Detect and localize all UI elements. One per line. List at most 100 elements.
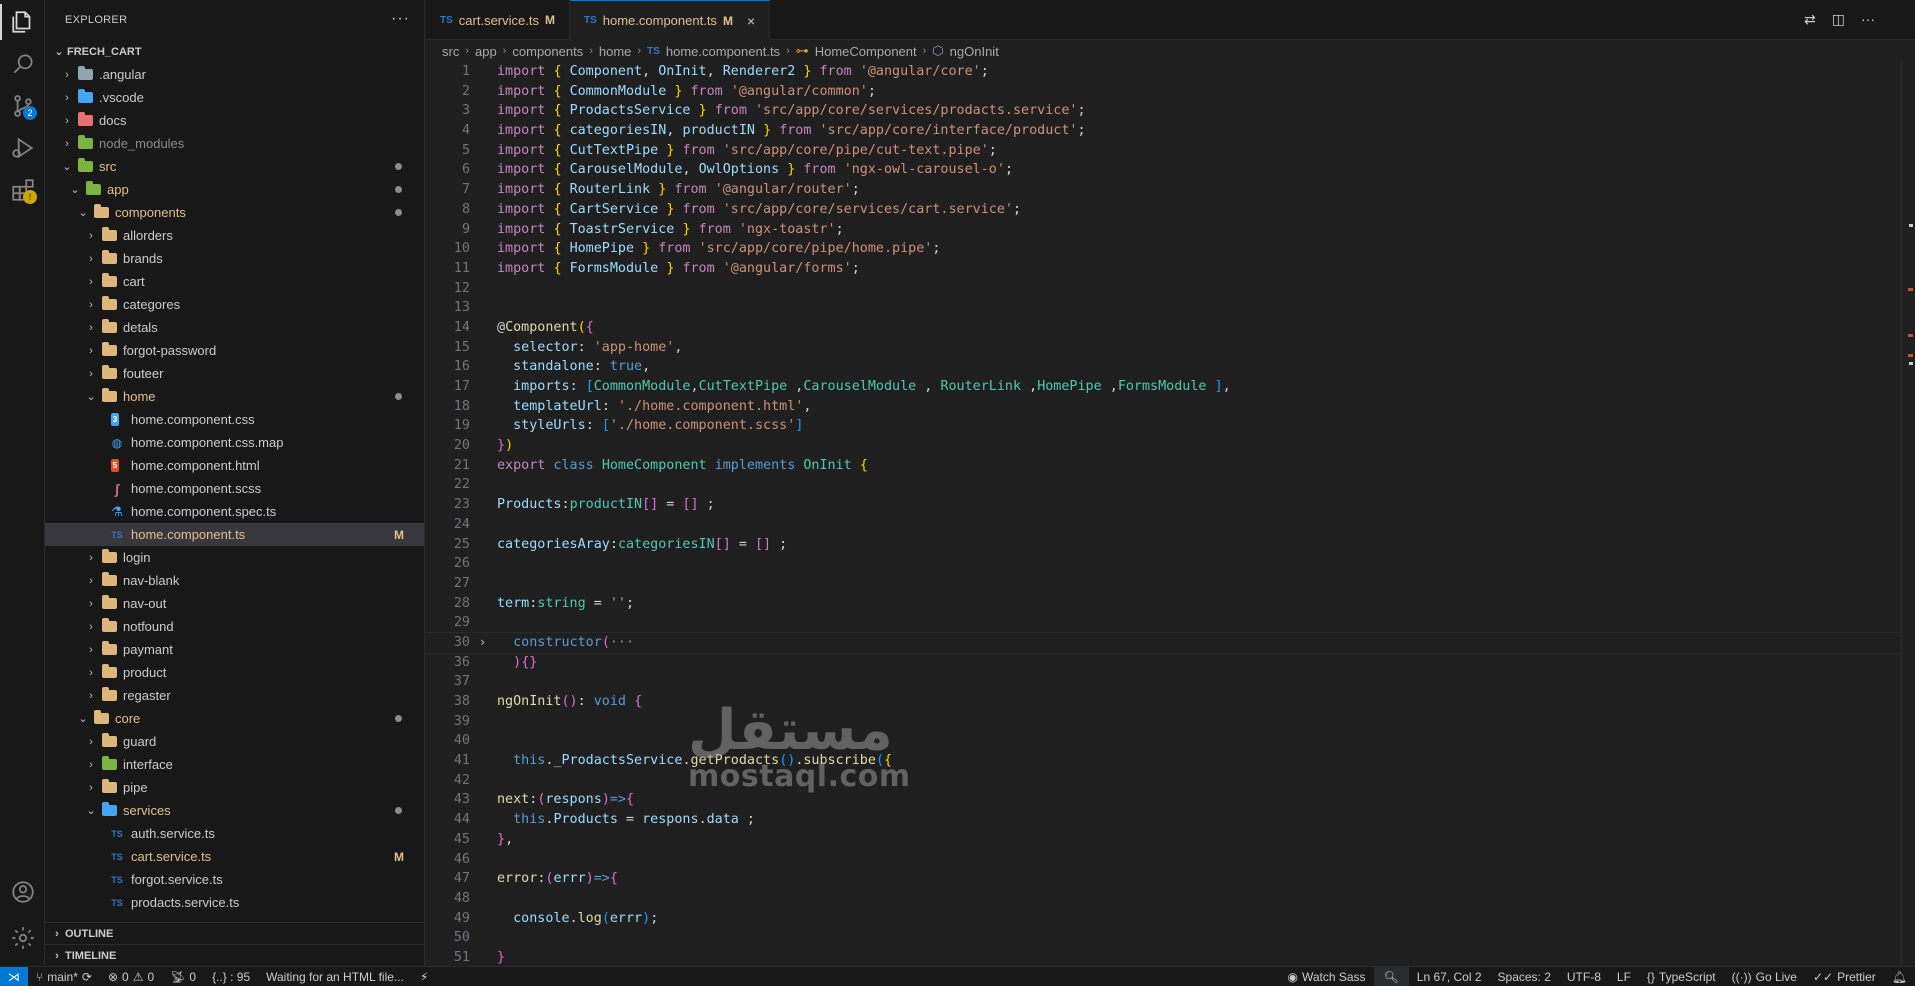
code-line[interactable]: 24	[426, 515, 1901, 535]
code-line[interactable]: 3 import { ProdactsService } from 'src/ap…	[426, 101, 1901, 121]
code-line[interactable]: 39	[426, 712, 1901, 732]
tree-file[interactable]: TS home.component.ts M	[45, 523, 424, 546]
cursor-position[interactable]: Ln 67, Col 2	[1409, 970, 1490, 984]
more-actions-icon[interactable]: ···	[391, 10, 410, 28]
tree-file[interactable]: 3 home.component.css	[45, 408, 424, 431]
code-line[interactable]: 26	[426, 554, 1901, 574]
notifications-bell-icon[interactable]: 🔔︎	[1884, 970, 1915, 984]
tree-folder[interactable]: › cart	[45, 270, 424, 293]
tree-folder[interactable]: › login	[45, 546, 424, 569]
breadcrumb-item[interactable]: app	[475, 44, 497, 59]
code-line[interactable]: 50	[426, 928, 1901, 948]
prettier-button[interactable]: ✓✓ Prettier	[1805, 970, 1884, 984]
tree-folder[interactable]: ⌄ components	[45, 201, 424, 224]
editor-tab[interactable]: TS home.component.ts M ×	[569, 0, 771, 40]
code-line[interactable]: 15 selector: 'app-home',	[426, 338, 1901, 358]
breadcrumb-item[interactable]: home.component.ts	[666, 44, 780, 59]
tree-file[interactable]: TS prodacts.service.ts	[45, 891, 424, 914]
code-line[interactable]: 28 term:string = '';	[426, 594, 1901, 614]
indentation[interactable]: Spaces: 2	[1490, 970, 1559, 984]
code-line[interactable]: 47 error:(errr)=>{	[426, 869, 1901, 889]
compare-changes-icon[interactable]: ⇄	[1804, 11, 1816, 28]
code-line[interactable]: 1 import { Component, OnInit, Renderer2 }…	[426, 62, 1901, 82]
editor-scrollbar[interactable]	[1901, 62, 1915, 966]
remote-indicator-icon[interactable]: ⋊	[0, 966, 28, 986]
tree-file[interactable]: ◍ home.component.css.map	[45, 431, 424, 454]
settings-gear-icon[interactable]	[0, 916, 45, 960]
code-line[interactable]: 5 import { CutTextPipe } from 'src/app/co…	[426, 141, 1901, 161]
breadcrumb-item[interactable]: ngOnInit	[950, 44, 999, 59]
tree-folder[interactable]: ⌄ home	[45, 385, 424, 408]
tree-folder[interactable]: › pipe	[45, 776, 424, 799]
problems-indicator[interactable]: ⊗ 0 ⚠ 0	[100, 970, 162, 984]
tree-folder[interactable]: › .angular	[45, 63, 424, 86]
code-line[interactable]: 22	[426, 475, 1901, 495]
tree-folder[interactable]: › notfound	[45, 615, 424, 638]
code-line[interactable]: 42	[426, 771, 1901, 791]
branch-indicator[interactable]: ⑂ main* ⟳	[28, 970, 100, 984]
close-icon[interactable]: ×	[747, 13, 755, 29]
tree-folder[interactable]: › nav-out	[45, 592, 424, 615]
tree-folder[interactable]: › paymant	[45, 638, 424, 661]
tree-folder[interactable]: › brands	[45, 247, 424, 270]
tree-folder[interactable]: ⌄ core	[45, 707, 424, 730]
tree-file[interactable]: ʃ home.component.scss	[45, 477, 424, 500]
source-control-icon[interactable]: 2	[0, 84, 45, 128]
end-of-line[interactable]: LF	[1609, 970, 1639, 984]
tree-folder[interactable]: › allorders	[45, 224, 424, 247]
tree-folder[interactable]: ⌄ app	[45, 178, 424, 201]
code-line[interactable]: 9 import { ToastrService } from 'ngx-toas…	[426, 220, 1901, 240]
run-debug-icon[interactable]	[0, 126, 45, 170]
code-line[interactable]: 43 next:(respons)=>{	[426, 790, 1901, 810]
tree-file[interactable]: TS forgot.service.ts	[45, 868, 424, 891]
code-line[interactable]: 2 import { CommonModule } from '@angular/…	[426, 82, 1901, 102]
code-line[interactable]: 29	[426, 613, 1901, 633]
tree-file[interactable]: ⚗ home.component.spec.ts	[45, 500, 424, 523]
timeline-section[interactable]: › TIMELINE	[45, 944, 424, 966]
account-icon[interactable]	[0, 870, 45, 914]
code-line[interactable]: 12	[426, 279, 1901, 299]
code-line[interactable]: 21 export class HomeComponent implements …	[426, 456, 1901, 476]
code-line[interactable]: 36 ){}	[426, 653, 1901, 673]
project-root[interactable]: ⌄ FRECH_CART	[45, 40, 424, 63]
code-line[interactable]: 14 @Component({	[426, 318, 1901, 338]
code-line[interactable]: 30 › constructor(···	[426, 631, 1901, 654]
zoom-icon[interactable]: 🔍︎	[1373, 966, 1409, 986]
tree-folder[interactable]: ⌄ src	[45, 155, 424, 178]
split-editor-icon[interactable]: ◫	[1832, 11, 1845, 28]
watch-sass-button[interactable]: ◉ Watch Sass	[1280, 970, 1374, 984]
ports-indicator[interactable]: 📡︎ 0	[162, 970, 204, 984]
tree-folder[interactable]: › .vscode	[45, 86, 424, 109]
code-line[interactable]: 37	[426, 672, 1901, 692]
explorer-icon[interactable]	[0, 0, 45, 44]
code-line[interactable]: 11 import { FormsModule } from '@angular/…	[426, 259, 1901, 279]
tree-folder[interactable]: › node_modules	[45, 132, 424, 155]
tree-file[interactable]: TS auth.service.ts	[45, 822, 424, 845]
search-icon[interactable]	[0, 42, 45, 86]
code-line[interactable]: 48	[426, 889, 1901, 909]
lightning-icon[interactable]: ⚡︎	[412, 970, 436, 984]
code-line[interactable]: 8 import { CartService } from 'src/app/co…	[426, 200, 1901, 220]
tree-folder[interactable]: › nav-blank	[45, 569, 424, 592]
code-line[interactable]: 23 Products:productIN[] = [] ;	[426, 495, 1901, 515]
breadcrumb-item[interactable]: src	[442, 44, 459, 59]
fold-chevron-icon[interactable]: ›	[479, 633, 486, 653]
json-indicator[interactable]: {..} : 95	[204, 970, 258, 984]
more-actions-icon[interactable]: ···	[1861, 11, 1875, 28]
code-line[interactable]: 4 import { categoriesIN, productIN } from…	[426, 121, 1901, 141]
tree-folder[interactable]: › regaster	[45, 684, 424, 707]
tree-folder[interactable]: › docs	[45, 109, 424, 132]
code-line[interactable]: 13	[426, 298, 1901, 318]
code-editor[interactable]: 1 import { Component, OnInit, Renderer2 }…	[426, 62, 1901, 966]
code-line[interactable]: 46	[426, 850, 1901, 870]
code-line[interactable]: 7 import { RouterLink } from '@angular/ro…	[426, 180, 1901, 200]
go-live-button[interactable]: ((·)) Go Live	[1724, 970, 1805, 984]
code-line[interactable]: 19 styleUrls: ['./home.component.scss']	[426, 416, 1901, 436]
breadcrumb-item[interactable]: home	[599, 44, 632, 59]
code-line[interactable]: 40	[426, 731, 1901, 751]
outline-section[interactable]: › OUTLINE	[45, 922, 424, 944]
tree-folder[interactable]: › product	[45, 661, 424, 684]
tree-folder[interactable]: › fouteer	[45, 362, 424, 385]
extensions-icon[interactable]: !	[0, 168, 45, 212]
tree-folder[interactable]: › guard	[45, 730, 424, 753]
